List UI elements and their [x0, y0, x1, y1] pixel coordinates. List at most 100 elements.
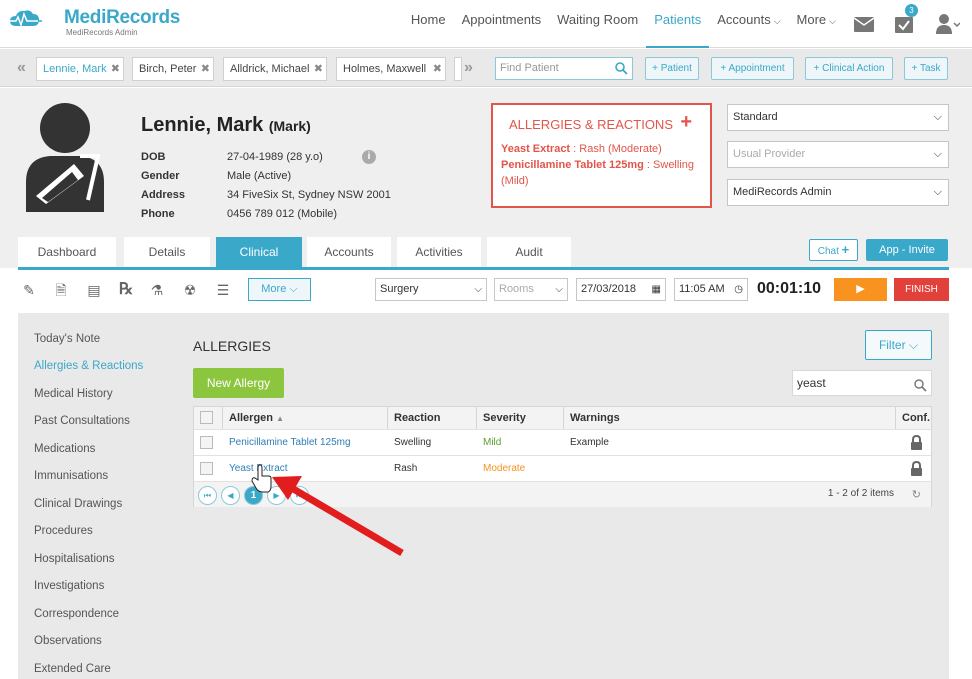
last-page-icon[interactable]: ⏭: [290, 486, 309, 505]
nav-more[interactable]: More ⌵: [789, 0, 844, 48]
nav-waiting-room[interactable]: Waiting Room: [549, 0, 646, 48]
notes-icon[interactable]: ✎: [20, 281, 38, 299]
allergen-link[interactable]: Yeast Extract: [223, 456, 288, 482]
patient-tab-lennie[interactable]: Lennie, Mark ✖: [36, 57, 124, 81]
time-input[interactable]: 11:05 AM ◷: [674, 278, 748, 301]
chevron-down-icon: ⌵: [474, 284, 482, 295]
tab-activities[interactable]: Activities: [397, 237, 481, 268]
close-icon[interactable]: ✖: [433, 58, 442, 80]
prescription-icon[interactable]: ℞: [117, 281, 135, 299]
sidenav-correspondence[interactable]: Correspondence: [34, 608, 119, 620]
tab-audit[interactable]: Audit: [487, 237, 571, 268]
patient-tab-alldrick[interactable]: Alldrick, Michael ✖: [223, 57, 327, 81]
tab-clinical[interactable]: Clinical: [216, 237, 302, 268]
find-patient-input[interactable]: Find Patient: [495, 57, 633, 80]
app-invite-button[interactable]: App - Invite: [866, 239, 948, 261]
brand-name-part1: Medi: [64, 7, 107, 28]
rooms-select[interactable]: Rooms ⌵: [494, 278, 568, 301]
sidenav-todays-note[interactable]: Today's Note: [34, 333, 100, 345]
practitioner-select[interactable]: MediRecords Admin ⌵: [727, 179, 949, 206]
sidenav-past-consultations[interactable]: Past Consultations: [34, 415, 130, 427]
date-input[interactable]: 27/03/2018 ▦: [576, 278, 666, 301]
main-nav: Home Appointments Waiting Room Patients …: [403, 0, 972, 48]
search-icon[interactable]: [615, 62, 628, 83]
finish-button[interactable]: FINISH: [894, 278, 949, 301]
nav-patients[interactable]: Patients: [646, 0, 710, 48]
close-icon[interactable]: ✖: [314, 58, 323, 80]
column-header-conf[interactable]: Conf.: [896, 407, 931, 429]
new-allergy-button[interactable]: New Allergy: [193, 368, 284, 398]
usual-provider-select[interactable]: Usual Provider ⌵: [727, 141, 949, 168]
scroll-left-icon[interactable]: «: [17, 59, 26, 77]
more-tools-button[interactable]: More ⌵: [248, 278, 311, 301]
sidenav-observations[interactable]: Observations: [34, 635, 102, 647]
tasks-icon[interactable]: 3: [884, 0, 924, 48]
tab-details[interactable]: Details: [124, 237, 210, 268]
sidenav-investigations[interactable]: Investigations: [34, 580, 104, 592]
sidenav-medications[interactable]: Medications: [34, 443, 95, 455]
brand-logo[interactable]: MediRecords MediRecords Admin: [8, 8, 180, 37]
add-allergy-plus-icon[interactable]: +: [680, 111, 692, 134]
column-header-severity[interactable]: Severity: [477, 407, 564, 429]
first-page-icon[interactable]: ⏮: [198, 486, 217, 505]
close-icon[interactable]: ✖: [201, 58, 210, 80]
radiology-icon[interactable]: ☢: [181, 281, 199, 299]
search-icon[interactable]: [914, 376, 927, 400]
report-icon[interactable]: ▤: [85, 281, 103, 299]
column-header-allergen[interactable]: Allergen ▲: [223, 407, 388, 429]
add-patient-button[interactable]: + Patient: [645, 57, 699, 80]
select-all-checkbox[interactable]: [200, 411, 213, 424]
close-icon[interactable]: ✖: [111, 58, 120, 80]
chat-button[interactable]: Chat +: [809, 239, 858, 261]
allergen-link[interactable]: Penicillamine Tablet 125mg: [223, 430, 351, 456]
table-row[interactable]: Penicillamine Tablet 125mg Swelling Mild…: [194, 429, 931, 455]
sidenav-immunisations[interactable]: Immunisations: [34, 470, 108, 482]
add-clinical-action-button[interactable]: + Clinical Action: [805, 57, 893, 80]
filter-button[interactable]: Filter ⌵: [865, 330, 932, 360]
play-button[interactable]: ▶: [834, 278, 887, 301]
prev-page-icon[interactable]: ◀: [221, 486, 240, 505]
calendar-icon[interactable]: ▦: [652, 279, 661, 300]
billing-type-select[interactable]: Standard ⌵: [727, 104, 949, 131]
nav-home[interactable]: Home: [403, 0, 454, 48]
clock-icon[interactable]: ◷: [734, 279, 743, 300]
sidenav-allergies[interactable]: Allergies & Reactions: [34, 360, 143, 372]
nav-accounts[interactable]: Accounts ⌵: [709, 0, 788, 48]
lab-flask-icon[interactable]: ⚗: [148, 281, 166, 299]
sidenav-medical-history[interactable]: Medical History: [34, 388, 113, 400]
row-checkbox[interactable]: [200, 436, 213, 449]
chevron-down-icon: ⌵: [933, 111, 942, 123]
add-task-button[interactable]: + Task: [904, 57, 948, 80]
nav-appointments[interactable]: Appointments: [454, 0, 550, 48]
sidenav-extended-care[interactable]: Extended Care: [34, 663, 111, 675]
row-checkbox[interactable]: [200, 462, 213, 475]
column-header-reaction[interactable]: Reaction: [388, 407, 477, 429]
column-header-warnings[interactable]: Warnings: [564, 407, 896, 429]
logo-mark-icon: [8, 8, 60, 34]
surgery-select[interactable]: Surgery ⌵: [375, 278, 487, 301]
patient-tab-label: Holmes, Maxwell: [343, 63, 427, 75]
current-page[interactable]: 1: [244, 486, 263, 505]
table-row[interactable]: Yeast Extract Rash Moderate: [194, 455, 931, 481]
refresh-icon[interactable]: ↻: [912, 488, 921, 501]
patient-tab-holmes[interactable]: Holmes, Maxwell ✖: [336, 57, 446, 81]
sidenav-clinical-drawings[interactable]: Clinical Drawings: [34, 498, 122, 510]
sidenav-procedures[interactable]: Procedures: [34, 525, 93, 537]
stack-icon[interactable]: ☰: [214, 281, 232, 299]
patient-tab-birch[interactable]: Birch, Peter ✖: [132, 57, 214, 81]
more-label: More: [261, 283, 287, 295]
mail-icon[interactable]: [844, 0, 884, 48]
add-appointment-button[interactable]: + Appointment: [711, 57, 794, 80]
chevron-down-icon: ⌵: [555, 284, 563, 295]
tab-accounts[interactable]: Accounts: [307, 237, 391, 268]
tab-dashboard[interactable]: Dashboard: [18, 237, 116, 268]
user-menu-icon[interactable]: [924, 0, 972, 48]
filter-label: Filter: [878, 338, 906, 352]
info-icon[interactable]: i: [362, 150, 376, 164]
next-page-icon[interactable]: ▶: [267, 486, 286, 505]
patient-tab-overflow[interactable]: [454, 57, 462, 81]
sidenav-hospitalisations[interactable]: Hospitalisations: [34, 553, 115, 565]
scroll-right-icon[interactable]: »: [464, 59, 473, 77]
allergy-search-input[interactable]: yeast: [792, 370, 932, 396]
document-icon[interactable]: 🗎: [52, 281, 70, 299]
